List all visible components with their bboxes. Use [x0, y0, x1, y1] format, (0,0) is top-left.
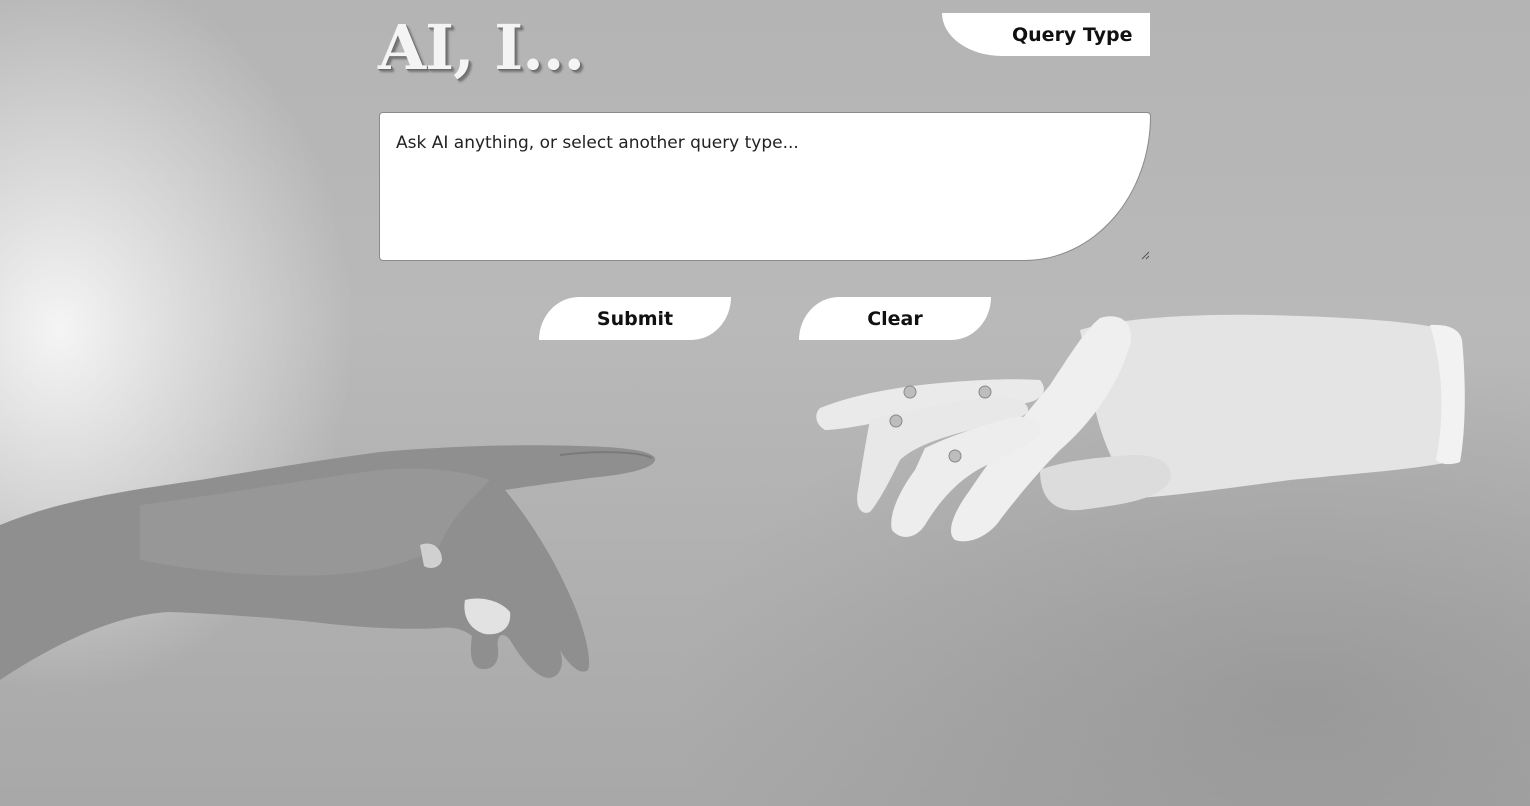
human-hand — [0, 445, 656, 680]
submit-button[interactable]: Submit — [539, 297, 731, 340]
query-type-button[interactable]: Query Type — [942, 13, 1150, 56]
resize-handle-icon[interactable] — [1140, 250, 1150, 260]
query-input[interactable] — [379, 112, 1151, 261]
clear-button[interactable]: Clear — [799, 297, 991, 340]
robot-hand — [816, 314, 1465, 542]
app-title: AI, I... — [378, 11, 585, 84]
